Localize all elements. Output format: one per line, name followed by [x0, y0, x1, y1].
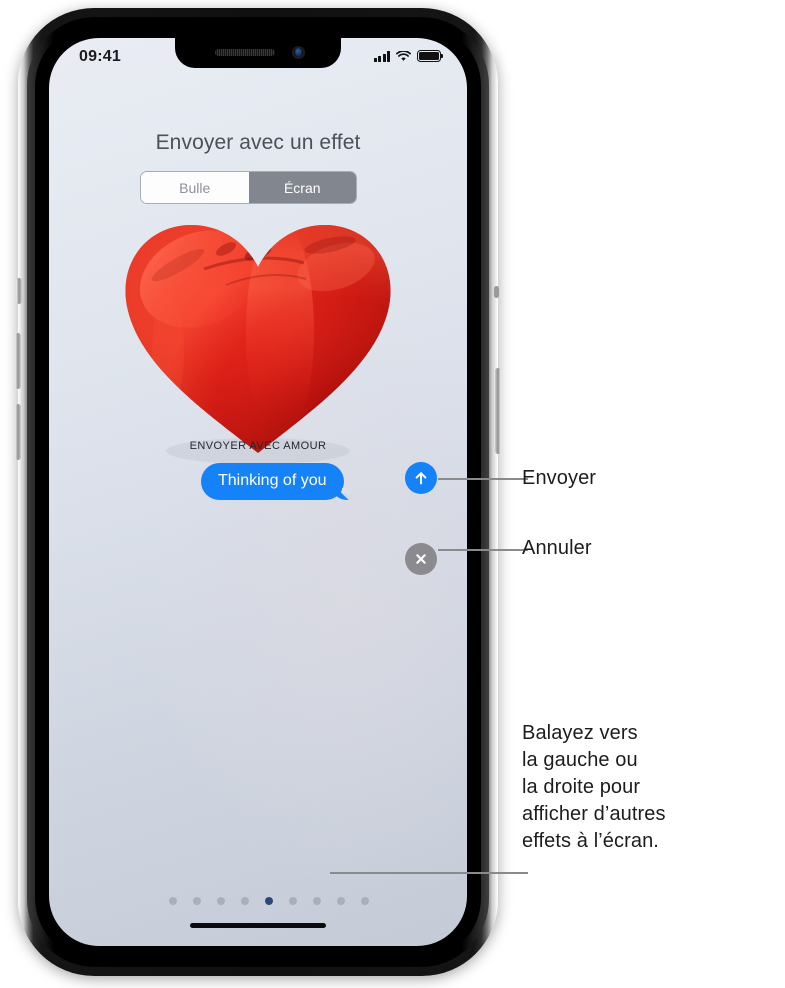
- wifi-icon: [396, 51, 411, 62]
- callout-swipe-line-2: la gauche ou: [522, 749, 638, 771]
- tab-bulle[interactable]: Bulle: [141, 172, 249, 203]
- sim-tray: [494, 286, 499, 298]
- callout-label-cancel: Annuler: [522, 537, 592, 559]
- page-dot[interactable]: [289, 897, 297, 905]
- callout-leader-send: [438, 478, 528, 480]
- cancel-button[interactable]: [405, 543, 437, 575]
- close-x-icon: [416, 554, 426, 564]
- effect-name-label: ENVOYER AVEC AMOUR: [189, 440, 327, 452]
- cellular-signal-icon: [373, 51, 390, 62]
- screenshot-root: 09:41 Envoyer avec un effet Bulle Écran …: [0, 0, 785, 988]
- page-dot-active[interactable]: [265, 897, 273, 905]
- red-heart-balloon: [108, 201, 408, 471]
- arrow-up-icon: [415, 472, 427, 485]
- page-dot[interactable]: [217, 897, 225, 905]
- page-dots-indicator[interactable]: [169, 897, 369, 905]
- callout-leader-swipe: [330, 872, 528, 874]
- callout-swipe-line-3: la droite pour: [522, 776, 641, 798]
- phone-screen: 09:41 Envoyer avec un effet Bulle Écran …: [49, 38, 467, 946]
- front-camera-icon: [292, 46, 305, 59]
- callout-swipe-line-4: afficher d’autres: [522, 803, 666, 825]
- callout-swipe-line-1: Balayez vers: [522, 722, 638, 744]
- callout-label-send: Envoyer: [522, 467, 597, 489]
- page-dot[interactable]: [361, 897, 369, 905]
- status-time: 09:41: [79, 48, 121, 65]
- page-title: Envoyer avec un effet: [155, 131, 361, 154]
- earpiece-speaker-icon: [215, 49, 275, 56]
- volume-up-button[interactable]: [15, 333, 21, 389]
- effect-type-segmented-control[interactable]: Bulle Écran: [140, 171, 357, 204]
- message-bubble[interactable]: Thinking of you: [201, 463, 352, 500]
- volume-down-button[interactable]: [15, 404, 21, 460]
- page-dot[interactable]: [241, 897, 249, 905]
- page-dot[interactable]: [313, 897, 321, 905]
- callout-label-swipe: Balayez vers la gauche ou la droite pour…: [522, 720, 666, 855]
- battery-full-icon: [417, 50, 444, 62]
- device-notch: [175, 38, 341, 68]
- page-dot[interactable]: [337, 897, 345, 905]
- page-dot[interactable]: [193, 897, 201, 905]
- page-dot[interactable]: [169, 897, 177, 905]
- status-indicators: [373, 50, 444, 62]
- callout-swipe-line-5: effets à l’écran.: [522, 830, 659, 852]
- iphone-device: 09:41 Envoyer avec un effet Bulle Écran …: [15, 8, 501, 980]
- callout-leader-cancel: [438, 549, 528, 551]
- home-indicator[interactable]: [190, 923, 326, 928]
- mute-switch-button[interactable]: [16, 278, 22, 304]
- tab-ecran[interactable]: Écran: [248, 172, 356, 203]
- send-button[interactable]: [405, 462, 437, 494]
- power-button[interactable]: [495, 368, 501, 454]
